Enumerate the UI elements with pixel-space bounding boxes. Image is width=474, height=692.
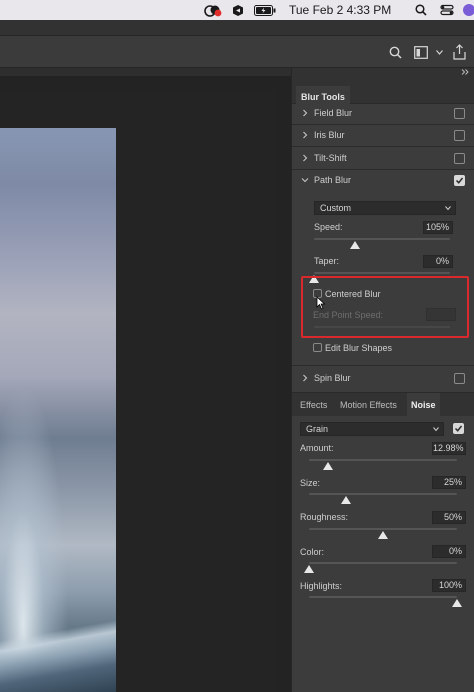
panel-header: Blur Tools (292, 76, 474, 108)
path-blur-mode-value: Custom (320, 203, 352, 213)
iris-blur-label: Iris Blur (314, 130, 345, 140)
tab-noise[interactable]: Noise (407, 393, 440, 417)
spin-blur-checkbox[interactable] (454, 373, 465, 384)
blur-tool-iris-blur[interactable]: Iris Blur (292, 124, 474, 146)
chevron-down-icon (433, 427, 439, 432)
tab-effects[interactable]: Effects (296, 393, 331, 417)
amount-slider-thumb[interactable] (323, 462, 334, 470)
annotation-highlight-box (301, 276, 469, 338)
divider (292, 365, 474, 366)
noise-type-dropdown[interactable]: Grain (300, 422, 444, 436)
blur-tool-field-blur[interactable]: Field Blur (292, 102, 474, 124)
blur-tool-spin-blur[interactable]: Spin Blur (292, 367, 474, 389)
size-slider-thumb[interactable] (341, 496, 351, 504)
blur-gallery-panel: Blur Tools Field Blur Iris Blur Tilt-Shi… (291, 68, 474, 692)
color-label: Color: (300, 547, 325, 557)
chevron-right-icon[interactable] (301, 374, 309, 382)
size-value-field[interactable]: 25% (432, 476, 466, 489)
roughness-slider-track[interactable] (309, 528, 457, 530)
blur-tool-path-blur[interactable]: Path Blur (292, 169, 474, 191)
speed-slider-thumb[interactable] (349, 241, 360, 249)
checkmark-icon (455, 177, 464, 184)
color-value-field[interactable]: 0% (432, 545, 466, 558)
creative-cloud-icon[interactable] (204, 4, 222, 17)
field-blur-label: Field Blur (314, 108, 353, 118)
document-tab-bar (0, 68, 291, 76)
effects-tab-bar: Effects Motion Effects Noise (292, 392, 474, 417)
highlights-value-field[interactable]: 100% (432, 579, 466, 592)
amount-slider-track[interactable] (309, 459, 457, 461)
edit-blur-shapes-label[interactable]: Edit Blur Shapes (325, 343, 392, 353)
speed-value-field[interactable]: 105% (423, 221, 453, 234)
taper-slider-track[interactable] (314, 272, 450, 274)
color-slider-track[interactable] (309, 562, 457, 564)
highlights-label: Highlights: (300, 581, 343, 591)
highlights-slider-thumb[interactable] (452, 599, 462, 607)
size-label: Size: (300, 478, 321, 488)
mountain-snow-area (0, 602, 116, 692)
battery-icon[interactable] (254, 5, 276, 16)
menu-bar: Tue Feb 2 4:33 PM (0, 0, 474, 20)
chevron-right-icon[interactable] (301, 131, 309, 139)
path-blur-label: Path Blur (314, 175, 352, 185)
chevron-right-icon[interactable] (301, 109, 309, 117)
taper-label: Taper: (314, 256, 340, 266)
tab-motion-effects[interactable]: Motion Effects (336, 393, 401, 417)
share-icon[interactable] (453, 44, 466, 60)
blur-tool-tilt-shift[interactable]: Tilt-Shift (292, 147, 474, 169)
path-blur-checkbox[interactable] (454, 175, 465, 186)
control-center-icon[interactable] (440, 4, 454, 16)
chevron-down-icon[interactable] (436, 50, 443, 55)
chevron-down-icon[interactable] (301, 176, 309, 184)
menu-bar-clock[interactable]: Tue Feb 2 4:33 PM (289, 0, 391, 20)
size-slider-track[interactable] (309, 493, 457, 495)
panel-collapse-bar (292, 68, 474, 76)
siri-icon[interactable] (462, 3, 474, 17)
path-blur-mode-dropdown[interactable]: Custom (314, 201, 456, 215)
chevron-right-icon[interactable] (301, 154, 309, 162)
color-slider-thumb[interactable] (304, 565, 314, 573)
highlights-slider-track[interactable] (309, 596, 457, 598)
app-status-icon[interactable] (232, 4, 244, 17)
roughness-label: Roughness: (300, 512, 349, 522)
tilt-shift-checkbox[interactable] (454, 153, 465, 164)
checkmark-icon (454, 425, 463, 432)
iris-blur-checkbox[interactable] (454, 130, 465, 141)
double-chevron-right-icon[interactable] (461, 69, 469, 75)
roughness-slider-thumb[interactable] (378, 531, 388, 539)
amount-label: Amount: (300, 443, 334, 453)
canvas-photo-image[interactable] (0, 128, 116, 692)
spotlight-search-icon[interactable] (415, 4, 427, 16)
search-icon[interactable] (389, 46, 402, 59)
mouse-pointer-icon (316, 296, 326, 310)
chevron-down-icon (445, 206, 451, 211)
noise-enabled-checkbox[interactable] (453, 423, 464, 434)
edit-blur-shapes-checkbox[interactable] (313, 343, 322, 352)
workspace-layout-icon[interactable] (414, 46, 428, 59)
roughness-value-field[interactable]: 50% (432, 511, 466, 524)
speed-slider-track[interactable] (314, 238, 450, 240)
noise-type-value: Grain (306, 424, 329, 434)
speed-label: Speed: (314, 222, 343, 232)
spin-blur-label: Spin Blur (314, 373, 351, 383)
field-blur-checkbox[interactable] (454, 108, 465, 119)
amount-value-field[interactable]: 12.98% (432, 442, 466, 455)
taper-value-field[interactable]: 0% (423, 255, 453, 268)
tilt-shift-label: Tilt-Shift (314, 153, 347, 163)
options-bar (0, 36, 474, 68)
application-title-strip (0, 20, 474, 36)
